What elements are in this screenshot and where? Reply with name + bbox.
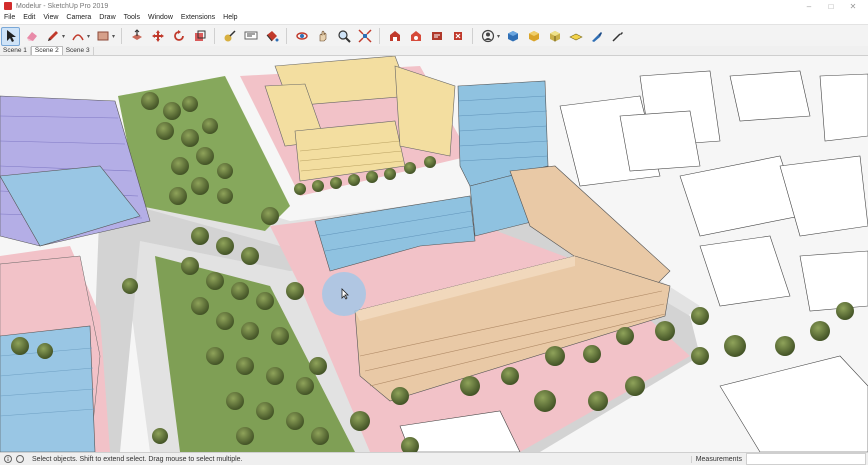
arc-dropdown-icon[interactable]: ▾ <box>87 33 90 40</box>
orbit-tool-icon[interactable] <box>292 27 311 46</box>
select-tool-icon[interactable] <box>1 26 20 46</box>
rotate-tool-icon[interactable] <box>169 27 188 46</box>
menu-camera[interactable]: Camera <box>62 14 95 21</box>
components-icon[interactable] <box>503 27 522 46</box>
menu-help[interactable]: Help <box>219 14 241 21</box>
pan-tool-icon[interactable] <box>313 27 332 46</box>
toolbar-separator <box>214 28 216 44</box>
toolbar-separator <box>286 28 288 44</box>
model-info-icon[interactable] <box>448 27 467 46</box>
main-toolbar: ▾ ▾ ▾ ▾ <box>0 24 868 48</box>
scene-tabs: Scene 1 Scene 2 Scene 3 <box>0 46 868 56</box>
extension-manager-icon[interactable] <box>427 27 446 46</box>
close-icon[interactable]: ✕ <box>842 0 864 12</box>
menu-file[interactable]: File <box>0 14 19 21</box>
scale-tool-icon[interactable] <box>190 27 209 46</box>
measurements-input[interactable] <box>746 453 866 465</box>
styles-icon[interactable] <box>545 27 564 46</box>
rectangle-dropdown-icon[interactable]: ▾ <box>112 33 115 40</box>
paint-bucket-tool-icon[interactable] <box>262 27 281 46</box>
info-icon[interactable] <box>4 455 12 463</box>
model-viewport[interactable] <box>0 56 868 452</box>
toolbar-separator <box>121 28 123 44</box>
window-controls: – □ ✕ <box>798 0 864 12</box>
zoom-extents-tool-icon[interactable] <box>355 27 374 46</box>
eyedropper-tool-icon[interactable] <box>608 27 627 46</box>
status-message: Select objects. Shift to extend select. … <box>32 455 243 463</box>
measurements-area: Measurements <box>690 453 868 465</box>
measurements-label: Measurements <box>690 455 746 463</box>
dropper-tool-icon[interactable] <box>587 27 606 46</box>
menu-view[interactable]: View <box>39 14 62 21</box>
minimize-icon[interactable]: – <box>798 0 820 12</box>
materials-icon[interactable] <box>524 27 543 46</box>
menu-bar: File Edit View Camera Draw Tools Window … <box>0 12 868 23</box>
push-pull-tool-icon[interactable] <box>127 27 146 46</box>
menu-window[interactable]: Window <box>144 14 177 21</box>
menu-extensions[interactable]: Extensions <box>177 14 219 21</box>
account-icon[interactable] <box>478 27 497 46</box>
menu-draw[interactable]: Draw <box>95 14 119 21</box>
warehouse-tool-icon[interactable] <box>385 27 404 46</box>
move-tool-icon[interactable] <box>148 27 167 46</box>
credit-icon[interactable] <box>16 455 24 463</box>
menu-edit[interactable]: Edit <box>19 14 39 21</box>
status-bar: Select objects. Shift to extend select. … <box>0 452 868 465</box>
toolbar-separator <box>379 28 381 44</box>
scene-tab-3[interactable]: Scene 3 <box>63 47 94 55</box>
toolbar-separator <box>472 28 474 44</box>
text-tool-icon[interactable] <box>241 27 260 46</box>
mouse-pointer-icon <box>341 288 349 300</box>
scene-tab-1[interactable]: Scene 1 <box>0 47 31 55</box>
sketchup-logo-icon <box>4 2 12 10</box>
extension-warehouse-tool-icon[interactable] <box>406 27 425 46</box>
rectangle-tool-icon[interactable] <box>93 27 112 46</box>
eraser-tool-icon[interactable] <box>22 27 41 46</box>
account-dropdown-icon[interactable]: ▾ <box>497 33 500 40</box>
arc-tool-icon[interactable] <box>68 27 87 46</box>
urban-model-drawing <box>0 56 868 452</box>
title-bar: Modelur - SketchUp Pro 2019 – □ ✕ <box>0 0 868 12</box>
layers-icon[interactable] <box>566 27 585 46</box>
scene-tab-2[interactable]: Scene 2 <box>30 46 63 55</box>
window-title: Modelur - SketchUp Pro 2019 <box>16 2 109 10</box>
maximize-icon[interactable]: □ <box>820 0 842 12</box>
pencil-tool-icon[interactable] <box>43 27 62 46</box>
pencil-dropdown-icon[interactable]: ▾ <box>62 33 65 40</box>
menu-tools[interactable]: Tools <box>120 14 144 21</box>
zoom-tool-icon[interactable] <box>334 27 353 46</box>
tape-measure-tool-icon[interactable] <box>220 27 239 46</box>
